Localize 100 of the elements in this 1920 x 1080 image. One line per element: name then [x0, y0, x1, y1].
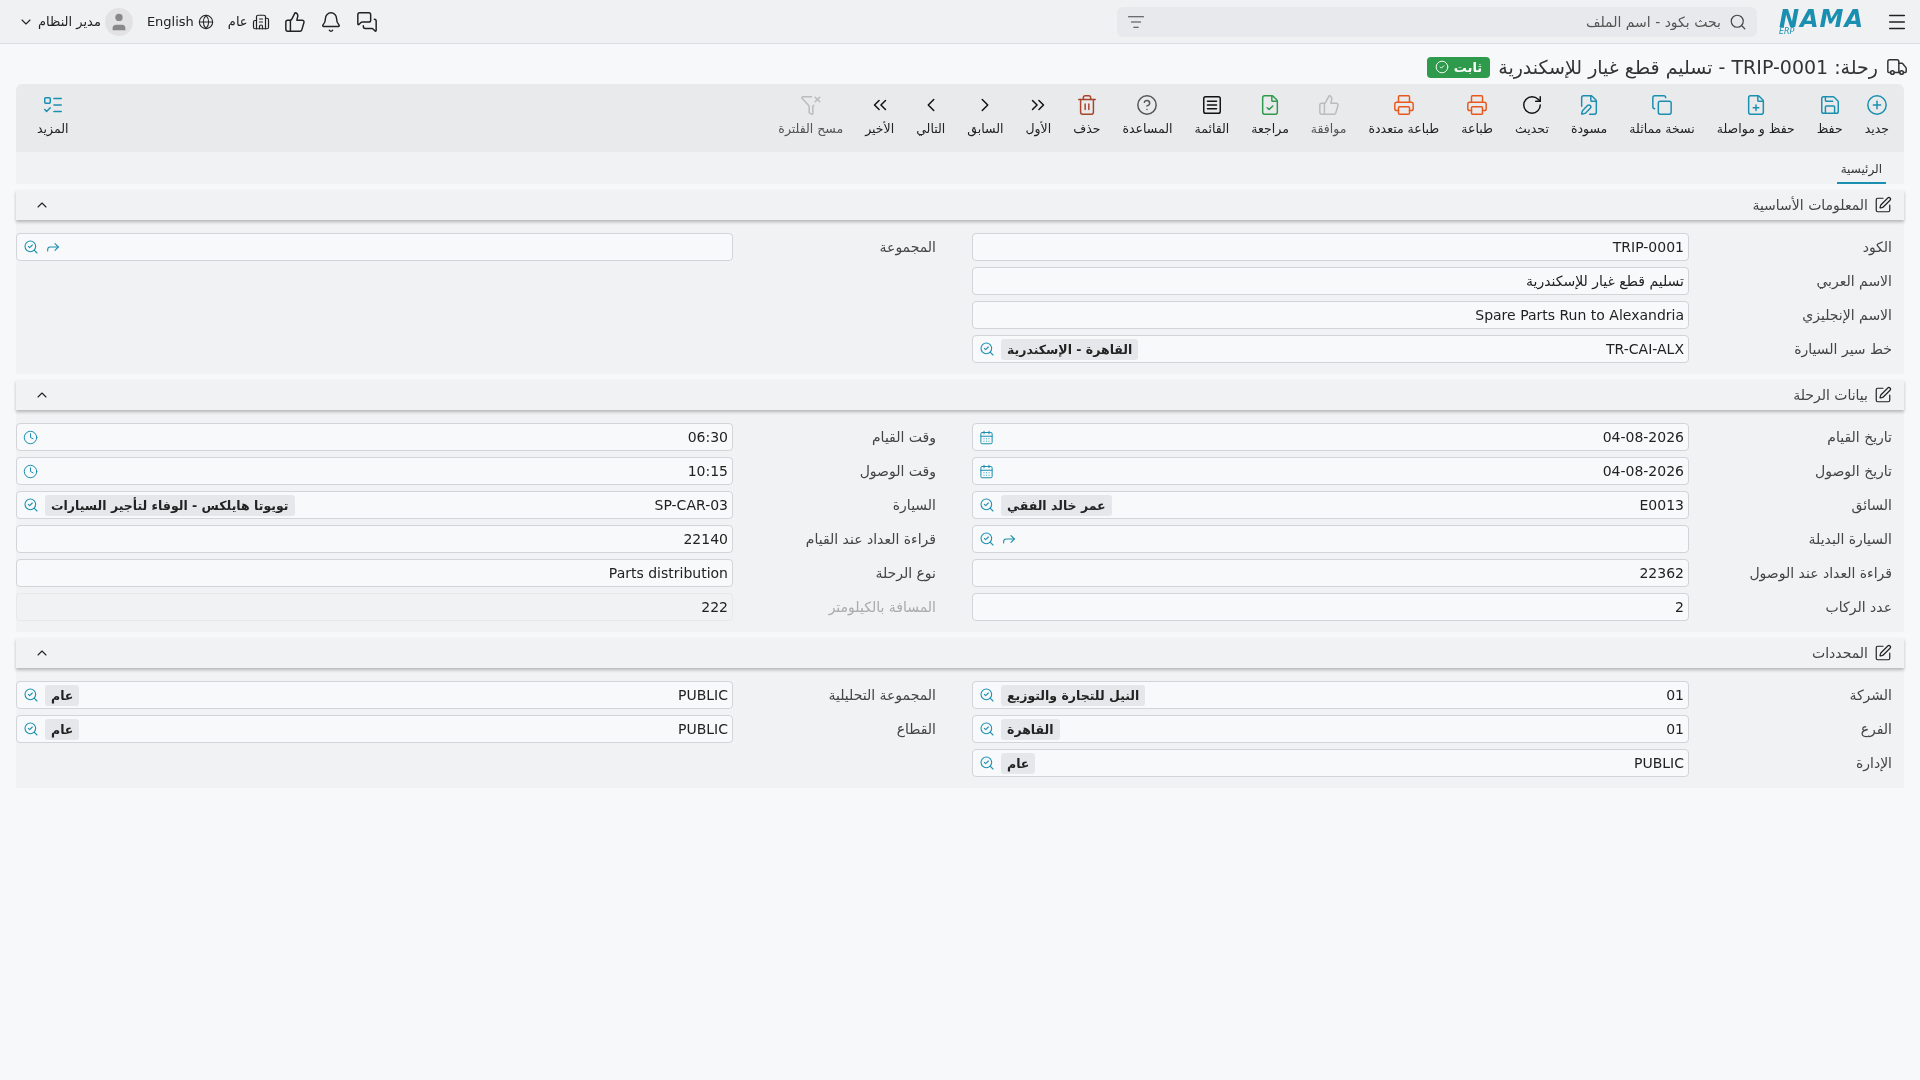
lookup-description: عمر خالد الفقي	[1001, 494, 1112, 516]
field-value: SP-CAR-03	[654, 497, 728, 513]
company-button[interactable]: عام	[227, 12, 270, 31]
toolbar-button[interactable]: التالي	[905, 94, 957, 136]
toolbar-button[interactable]: نسخة مماثلة	[1618, 94, 1706, 136]
field-value: TRIP-0001	[1612, 239, 1684, 255]
toolbar-button[interactable]: مراجعة	[1240, 94, 1300, 136]
toolbar-button[interactable]: جديد	[1853, 94, 1900, 136]
search-icon	[23, 497, 39, 513]
toolbar-button[interactable]: السابق	[956, 94, 1015, 136]
field-label: السائق	[1850, 497, 1893, 513]
field-label: الإدارة	[1854, 755, 1893, 771]
section-title: المعلومات الأساسية	[1752, 197, 1868, 213]
field-value: PUBLIC	[1634, 755, 1684, 771]
search-field[interactable]: بحث بكود - اسم الملف	[1116, 6, 1757, 37]
field-value: Parts distribution	[608, 565, 728, 581]
globe-icon	[197, 13, 214, 30]
notifications-button[interactable]	[319, 10, 342, 33]
field-value: 222	[701, 599, 728, 615]
input-field[interactable]: Spare Parts Run to Alexandria	[972, 301, 1689, 329]
calendar-icon	[979, 463, 994, 479]
field-label: تاريخ القيام	[1826, 429, 1893, 445]
field-label: المسافة بالكيلومتر	[827, 599, 937, 615]
field-value: 01	[1666, 687, 1684, 703]
more-button[interactable]: المزيد	[26, 94, 80, 136]
input-field[interactable]	[16, 233, 733, 261]
search-icon	[23, 687, 39, 703]
search-icon	[23, 239, 39, 255]
search-icon	[979, 721, 995, 737]
field-label: الشركة	[1848, 687, 1893, 703]
user-menu[interactable]: مدير النظام	[18, 7, 133, 36]
printer-icon	[1392, 94, 1415, 116]
toolbar-button[interactable]: طباعة	[1450, 94, 1504, 136]
lookup-description: القاهرة	[1001, 718, 1060, 740]
save-icon	[1818, 94, 1841, 116]
field-value: PUBLIC	[678, 721, 728, 737]
messages-button[interactable]	[355, 10, 378, 33]
input-field[interactable]: 06:30	[16, 423, 733, 451]
field-label: الفرع	[1859, 721, 1893, 737]
like-button[interactable]	[283, 10, 306, 33]
toolbar-button[interactable]: حفظ و مواصلة	[1705, 94, 1806, 136]
field-value: 10:15	[687, 463, 728, 479]
tab[interactable]: الرئيسية	[1836, 162, 1886, 184]
input-field[interactable]: 04-08-2026	[972, 423, 1689, 451]
field-value: Spare Parts Run to Alexandria	[1475, 307, 1684, 323]
input-field[interactable]: 22140	[16, 525, 733, 553]
search-input[interactable]: بحث بكود - اسم الملف	[1150, 12, 1723, 31]
toolbar-button[interactable]: حفظ	[1805, 94, 1854, 136]
field-label: عدد الركاب	[1824, 599, 1893, 615]
copy-icon	[1651, 94, 1674, 116]
avatar	[104, 7, 133, 36]
truck-icon	[1886, 56, 1908, 78]
input-field[interactable]: 22362	[972, 559, 1689, 587]
field-label: وقت القيام	[870, 429, 937, 445]
page-title: رحلة: TRIP-0001 - تسليم قطع غيار للإسكندرية	[1498, 56, 1878, 78]
building-icon	[251, 12, 270, 31]
toolbar-button[interactable]: مسودة	[1559, 94, 1619, 136]
search-icon	[979, 497, 995, 513]
lookup-description: القاهرة - الإسكندرية	[1001, 338, 1139, 360]
printer-icon	[1466, 94, 1489, 116]
field-value: E0013	[1639, 497, 1684, 513]
chat-icon	[355, 10, 378, 33]
lookup-description: عام	[45, 684, 80, 706]
field-label: قراءة العداد عند القيام	[804, 531, 937, 547]
field-label: وقت الوصول	[858, 463, 937, 479]
input-field[interactable]	[972, 525, 1689, 553]
search-icon	[979, 531, 995, 547]
input-field[interactable]: TRIP-0001	[972, 233, 1689, 261]
input-field[interactable]: Parts distribution	[16, 559, 733, 587]
edit-icon	[1874, 196, 1892, 214]
toolbar-button[interactable]: الأخير	[854, 94, 906, 136]
field-label: المجموعة	[878, 239, 937, 255]
clock-icon	[23, 463, 38, 479]
toolbar-button[interactable]: طباعة متعددة	[1357, 94, 1451, 136]
input-field[interactable]: 2	[972, 593, 1689, 621]
language-button[interactable]: English	[146, 13, 214, 30]
section-title: المحددات	[1812, 645, 1868, 661]
field-label: الكود	[1861, 239, 1893, 255]
input-field[interactable]: 10:15	[16, 457, 733, 485]
toolbar-button[interactable]: المساعدة	[1111, 94, 1184, 136]
status-badge: ثابت	[1426, 56, 1491, 78]
clock-icon	[23, 429, 38, 445]
input-field[interactable]: 04-08-2026	[972, 457, 1689, 485]
field-label: السيارة البديلة	[1807, 531, 1893, 547]
check-icon	[1434, 60, 1449, 74]
thumbs-up-icon	[1317, 94, 1340, 116]
lookup-description: النيل للتجارة والتوزيع	[1001, 684, 1146, 706]
search-icon	[1728, 12, 1747, 31]
field-value: 22362	[1639, 565, 1684, 581]
toolbar-button[interactable]: حذف	[1062, 94, 1112, 136]
refresh-icon	[1520, 94, 1543, 116]
toolbar-button[interactable]: الأول	[1014, 94, 1063, 136]
field-value: تسليم قطع غيار للإسكندرية	[1526, 273, 1684, 289]
input-field[interactable]: تسليم قطع غيار للإسكندرية	[972, 267, 1689, 295]
toolbar-button[interactable]: تحديث	[1504, 94, 1560, 136]
lookup-description: عام	[1001, 752, 1036, 774]
field-value: 04-08-2026	[1602, 463, 1684, 479]
field-label: خط سير السيارة	[1793, 341, 1893, 357]
toolbar-button[interactable]: القائمة	[1183, 94, 1241, 136]
field-label: المجموعة التحليلية	[827, 687, 937, 703]
